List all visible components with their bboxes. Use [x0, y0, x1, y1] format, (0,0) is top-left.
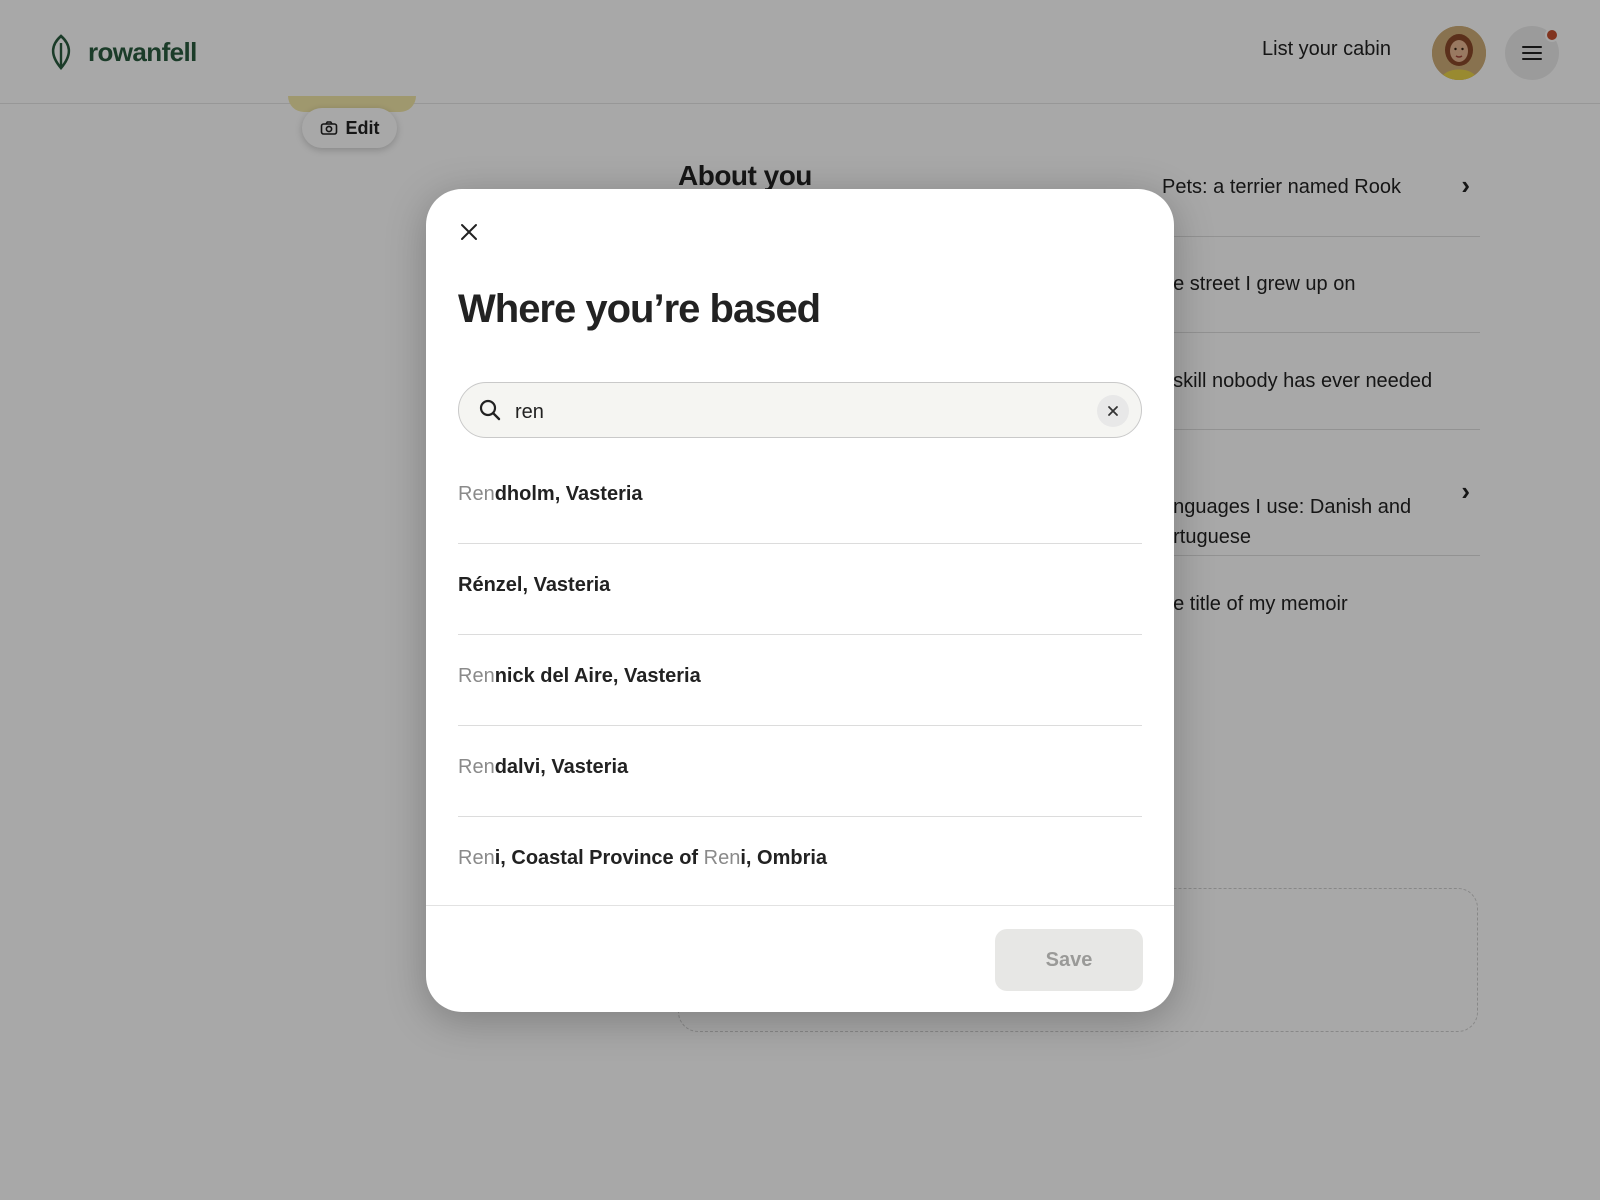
location-result[interactable]: Rénzel, Vasteria	[458, 544, 1142, 635]
location-result[interactable]: Reni, Coastal Province of Reni, Ombria	[458, 817, 1142, 908]
close-dialog-button[interactable]	[448, 211, 490, 253]
location-result[interactable]: Rendalvi, Vasteria	[458, 726, 1142, 817]
result-match-text: Ren	[458, 665, 495, 687]
dialog-footer: Save	[426, 905, 1174, 1012]
location-dialog: Where you’re based Rendholm, VasteriaRén…	[426, 189, 1174, 1012]
location-result[interactable]: Rendholm, Vasteria	[458, 453, 1142, 544]
clear-search-button[interactable]	[1097, 395, 1129, 427]
close-icon	[461, 224, 477, 240]
search-results: Rendholm, Vasteria Rénzel, Vasteria Rennic…	[458, 453, 1142, 908]
result-match-text: Ren	[458, 847, 495, 869]
location-result[interactable]: Rennick del Aire, Vasteria	[458, 635, 1142, 726]
search-icon	[479, 399, 501, 421]
location-search[interactable]	[458, 382, 1142, 438]
dialog-title: Where you’re based	[458, 287, 821, 331]
save-button[interactable]: Save	[995, 929, 1143, 991]
result-text: dholm, Vasteria	[494, 483, 643, 505]
result-text: i, Ombria	[740, 847, 828, 869]
result-match-text: Ren	[458, 756, 495, 778]
location-search-input[interactable]	[513, 393, 1077, 431]
result-match-text: Ren	[458, 483, 495, 505]
result-text: nick del Aire, Vasteria	[494, 665, 701, 687]
result-text: i, Coastal Province of	[494, 847, 704, 869]
result-text: dalvi, Vasteria	[494, 756, 629, 778]
result-match-text: Ren	[703, 847, 741, 869]
result-text: Rénzel, Vasteria	[458, 574, 611, 596]
close-icon	[1108, 406, 1118, 416]
